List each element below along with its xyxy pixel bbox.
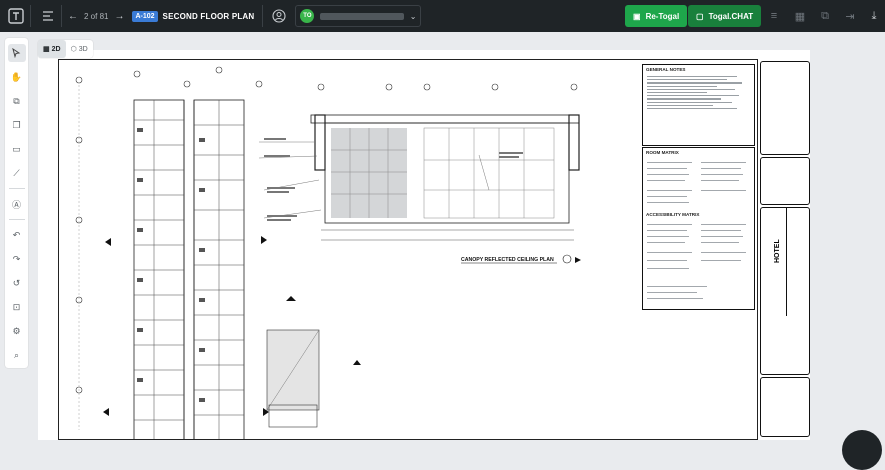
canopy-plan-title: CANOPY REFLECTED CEILING PLAN (461, 257, 554, 263)
view-toggle: ▦ 2D ⬡ 3D (38, 40, 93, 58)
left-toolbar: ✋ ⧉ ❐ ▭ ⟋ Ⓐ ↶ ↷ ↺ ⊡ ⚙ ⌕ (5, 38, 28, 368)
help-chat-button[interactable] (842, 430, 882, 470)
stack-icon[interactable]: ⧉ (818, 9, 832, 23)
view-2d-button[interactable]: ▦ 2D (38, 40, 66, 58)
ruler-icon[interactable]: ⟋ (8, 164, 26, 182)
divider (8, 219, 25, 220)
chevron-down-icon: ⌄ (409, 11, 417, 21)
retogal-icon: ▣ (633, 11, 641, 21)
retogal-button[interactable]: ▣ Re-Togal (625, 5, 688, 27)
history-icon[interactable]: ↺ (8, 274, 26, 292)
divider (61, 5, 62, 27)
collapse-icon[interactable]: ⇥ (843, 9, 857, 23)
chat-label: Togal.CHAT (708, 11, 754, 21)
list-icon[interactable]: ≡ (767, 9, 781, 23)
general-notes-title: GENERAL NOTES (646, 67, 686, 72)
copy-icon[interactable]: ⧉ (8, 92, 26, 110)
cube-icon: ⬡ (70, 46, 77, 53)
prev-sheet-icon[interactable]: ← (68, 11, 78, 22)
retogal-label: Re-Togal (645, 11, 680, 21)
redo-icon[interactable]: ↷ (8, 250, 26, 268)
sheet-title: SECOND FLOOR PLAN (162, 11, 255, 21)
layers-icon[interactable]: ❐ (8, 116, 26, 134)
grid-icon[interactable]: ▦ (793, 9, 807, 23)
compass-icon[interactable]: Ⓐ (8, 195, 26, 213)
undo-icon[interactable]: ↶ (8, 226, 26, 244)
title-block-cell (760, 157, 810, 205)
view-3d-button[interactable]: ⬡ 3D (66, 40, 93, 58)
chat-icon: ▢ (696, 11, 704, 21)
grid-icon: ▦ (43, 46, 50, 53)
top-bar: ← 2 of 81 → A-102 SECOND FLOOR PLAN TO ⌄… (0, 0, 885, 32)
area-icon[interactable]: ▭ (8, 140, 26, 158)
cursor-icon[interactable] (7, 44, 26, 62)
user-select[interactable]: TO ⌄ (295, 5, 422, 27)
general-notes-panel: GENERAL NOTES (642, 64, 755, 146)
hand-icon[interactable]: ✋ (8, 68, 26, 86)
next-sheet-icon[interactable]: → (114, 11, 124, 22)
user-area: TO ⌄ (262, 5, 422, 27)
sheet-number-badge: A-102 (132, 10, 158, 22)
user-circle-icon[interactable] (269, 6, 289, 26)
room-matrix-panel: ROOM MATRIX ACCESSIBILITY MATRIX (642, 147, 755, 310)
avatar: TO (300, 9, 315, 23)
focus-icon[interactable]: ⊡ (8, 298, 26, 316)
view-2d-label: 2D (51, 45, 61, 53)
sheet-pager: ← 2 of 81 → (68, 11, 124, 22)
accessibility-matrix-title: ACCESSIBILITY MATRIX (646, 212, 700, 217)
hotel-label: HOTEL (774, 239, 781, 263)
menu-icon[interactable] (35, 3, 61, 29)
room-matrix-title: ROOM MATRIX (646, 150, 679, 155)
title-block-cell (760, 61, 810, 155)
download-icon[interactable]: ⤓ (867, 9, 881, 23)
pager-text: 2 of 81 (84, 11, 109, 21)
title-block-cell (760, 207, 810, 375)
app-logo-icon[interactable] (2, 2, 30, 30)
title-block-cell (760, 377, 810, 437)
search-icon[interactable]: ⌕ (8, 346, 26, 364)
togal-chat-button[interactable]: ▢ Togal.CHAT (688, 5, 762, 27)
view-3d-label: 3D (78, 45, 88, 53)
divider (262, 5, 264, 27)
user-name-redacted (320, 12, 404, 20)
divider (30, 5, 31, 27)
sliders-icon[interactable]: ⚙ (8, 322, 26, 340)
divider (8, 188, 25, 189)
